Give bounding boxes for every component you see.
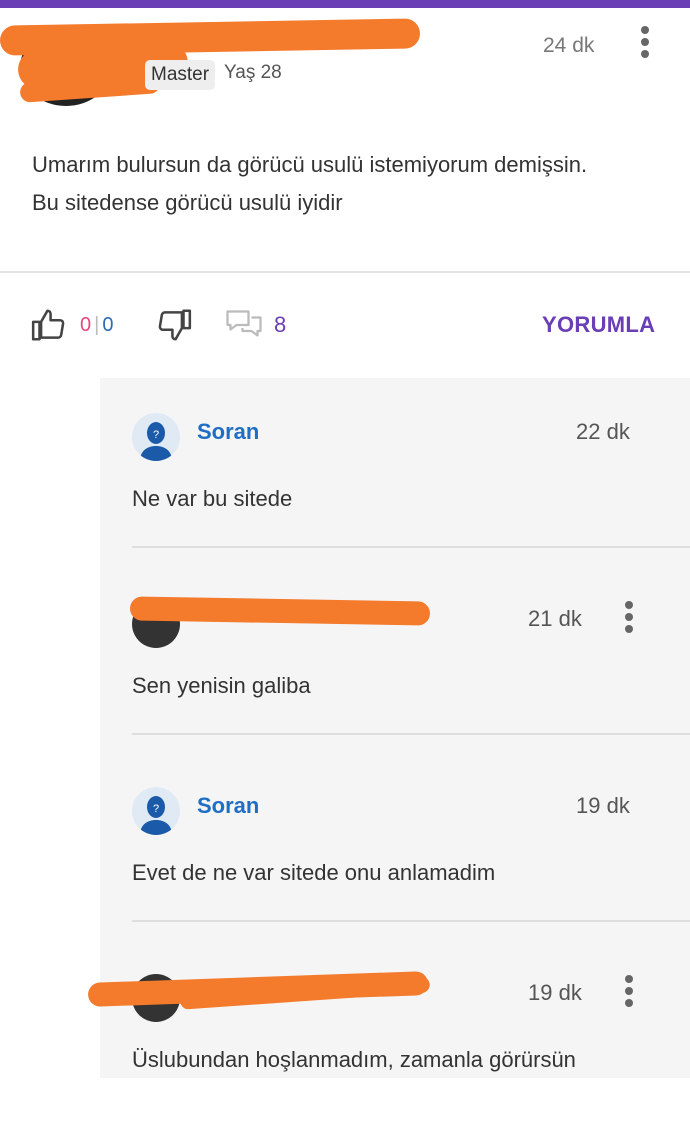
comment-time: 19 dk [576, 793, 630, 818]
comment-time: 19 dk [528, 980, 582, 1005]
comment-time: 22 dk [576, 419, 630, 444]
answer-time: 24 dk [543, 34, 595, 57]
rank-badge: Master [145, 60, 216, 90]
count-separator: | [94, 313, 100, 336]
user-age: Yaş 28 [224, 62, 282, 83]
comment-text: Ne var bu sitede [132, 486, 293, 511]
anonymous-avatar-icon[interactable]: ? [132, 413, 180, 461]
comments-button[interactable]: 8 [224, 300, 286, 350]
divider [0, 271, 690, 273]
action-bar: 0 | 0 8 YORUMLA [0, 300, 690, 356]
divider [132, 920, 690, 922]
comment-author[interactable]: Soran [197, 793, 259, 819]
comment-item: 21 dk Sen yenisin galiba [100, 565, 690, 751]
comment-count: 8 [274, 312, 287, 337]
thumbs-down-icon [158, 309, 192, 341]
dislike-count: 0 [102, 313, 114, 336]
reply-button[interactable]: YORUMLA [542, 312, 655, 338]
more-options-icon[interactable] [624, 601, 634, 637]
comment-text: Sen yenisin galiba [132, 673, 311, 698]
comment-text: Evet de ne var sitede onu anlamadim [132, 860, 496, 885]
like-button[interactable]: 0 | 0 [30, 300, 113, 350]
comments-icon [226, 310, 262, 337]
comment-author[interactable]: Soran [197, 419, 259, 445]
comment-item: ? Soran 19 dk Evet de ne var sitede onu … [100, 752, 690, 938]
comment-text: Üslubundan hoşlanmadım, zamanla görürsün [132, 1047, 576, 1072]
answer-text-line: Umarım bulursun da görücü usulü istemiyo… [32, 152, 588, 177]
top-accent-bar [0, 0, 690, 8]
divider [132, 733, 690, 735]
svg-text:?: ? [153, 803, 159, 815]
dislike-button[interactable] [155, 300, 193, 350]
answer-body: Umarım bulursun da görücü usulü istemiyo… [32, 146, 662, 222]
answer-text-line: Bu sitedense görücü usulü iyidir [32, 190, 343, 215]
comment-item: ? Soran 22 dk Ne var bu sitede [100, 378, 690, 564]
svg-text:?: ? [153, 429, 159, 441]
more-options-icon[interactable] [640, 26, 650, 62]
comment-time: 21 dk [528, 606, 582, 631]
divider [132, 546, 690, 548]
more-options-icon[interactable] [624, 975, 634, 1011]
like-count: 0 [80, 313, 92, 336]
comment-item: 19 dk Üslubundan hoşlanmadım, zamanla gö… [87, 939, 690, 1125]
anonymous-avatar-icon[interactable]: ? [132, 787, 180, 835]
answer-header: Master Yaş 28 24 dk [0, 8, 690, 108]
comment-list: ? Soran 22 dk Ne var bu sitede 21 dk Sen… [87, 378, 690, 1078]
thumbs-up-icon [31, 309, 65, 341]
